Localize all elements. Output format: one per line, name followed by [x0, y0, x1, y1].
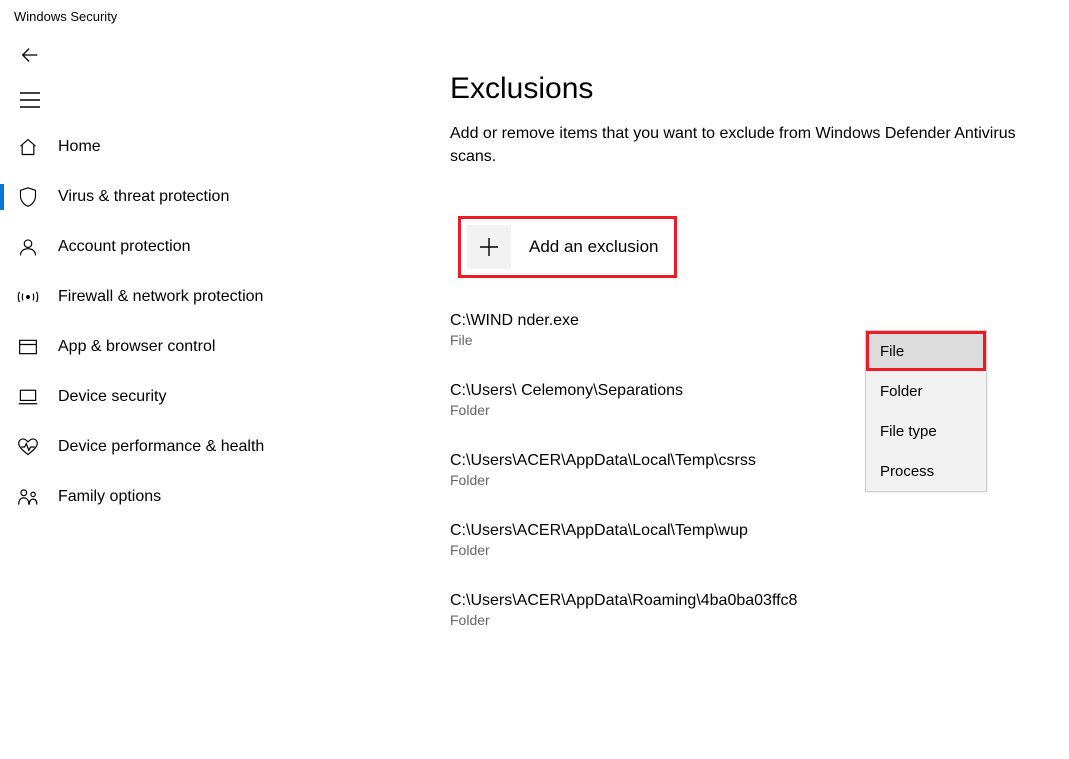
sidebar-item-label: Firewall & network protection — [58, 288, 263, 306]
laptop-icon — [16, 385, 40, 409]
app-title: Windows Security — [14, 9, 117, 24]
exclusion-path: C:\WIND nder.exe — [450, 312, 1045, 330]
exclusion-path: C:\Users\ACER\AppData\Roaming\4ba0ba03ff… — [450, 592, 1045, 610]
sidebar: Home Virus & threat protection Account p… — [0, 122, 350, 646]
sidebar-item-label: Home — [58, 138, 101, 156]
sidebar-item-account[interactable]: Account protection — [0, 222, 350, 272]
family-icon — [16, 485, 40, 509]
sidebar-item-app-browser[interactable]: App & browser control — [0, 322, 350, 372]
plus-icon — [467, 225, 511, 269]
dropdown-item-process[interactable]: Process — [866, 451, 986, 491]
signal-icon — [16, 285, 40, 309]
dropdown-item-label: File type — [880, 423, 937, 440]
sidebar-item-label: Device security — [58, 388, 166, 406]
person-icon — [16, 235, 40, 259]
menu-toggle-button[interactable] — [16, 86, 44, 114]
sidebar-item-family[interactable]: Family options — [0, 472, 350, 522]
window-icon — [16, 335, 40, 359]
sidebar-item-label: Device performance & health — [58, 438, 264, 456]
exclusion-type-dropdown: File Folder File type Process — [865, 330, 987, 492]
dropdown-item-filetype[interactable]: File type — [866, 411, 986, 451]
exclusion-item[interactable]: C:\Users\ACER\AppData\Roaming\4ba0ba03ff… — [450, 592, 1045, 628]
arrow-left-icon — [19, 44, 41, 66]
shield-icon — [16, 185, 40, 209]
page-description: Add or remove items that you want to exc… — [450, 122, 1040, 168]
sidebar-item-device-performance[interactable]: Device performance & health — [0, 422, 350, 472]
sidebar-item-label: App & browser control — [58, 338, 215, 356]
sidebar-item-home[interactable]: Home — [0, 122, 350, 172]
window-titlebar: Windows Security — [0, 0, 1069, 32]
dropdown-item-label: Folder — [880, 383, 923, 400]
exclusion-path: C:\Users\ACER\AppData\Local\Temp\wup — [450, 522, 1045, 540]
dropdown-item-folder[interactable]: Folder — [866, 371, 986, 411]
sidebar-item-firewall[interactable]: Firewall & network protection — [0, 272, 350, 322]
dropdown-item-file[interactable]: File — [866, 331, 986, 371]
sidebar-item-label: Virus & threat protection — [58, 188, 229, 206]
sidebar-item-label: Account protection — [58, 238, 191, 256]
dropdown-item-label: File — [880, 343, 904, 360]
sidebar-item-virus-threat[interactable]: Virus & threat protection — [0, 172, 350, 222]
page-title: Exclusions — [450, 72, 1045, 106]
exclusion-item[interactable]: C:\Users\ACER\AppData\Local\Temp\wup Fol… — [450, 522, 1045, 558]
home-icon — [16, 135, 40, 159]
dropdown-item-label: Process — [880, 463, 934, 480]
exclusion-kind: Folder — [450, 612, 1045, 628]
exclusion-kind: Folder — [450, 542, 1045, 558]
heart-icon — [16, 435, 40, 459]
back-button[interactable] — [16, 41, 44, 69]
add-exclusion-button[interactable]: Add an exclusion — [458, 216, 677, 278]
add-exclusion-label: Add an exclusion — [529, 237, 658, 257]
main-content: Exclusions Add or remove items that you … — [350, 122, 1069, 646]
sidebar-item-device-security[interactable]: Device security — [0, 372, 350, 422]
sidebar-item-label: Family options — [58, 488, 161, 506]
hamburger-icon — [20, 92, 40, 108]
